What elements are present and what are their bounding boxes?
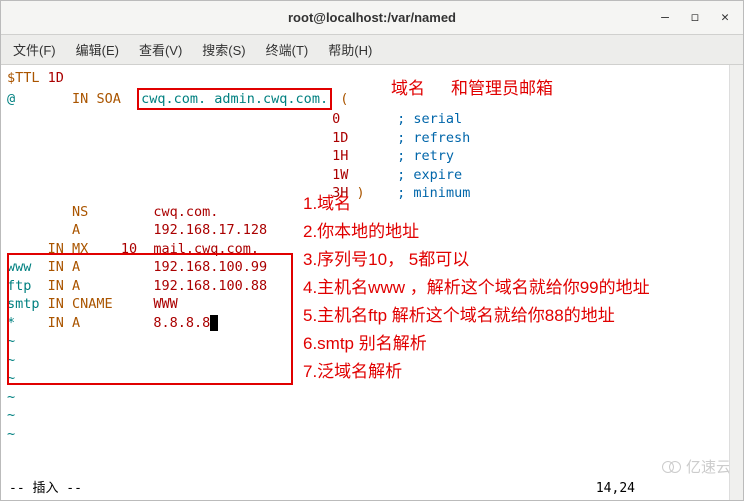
cursor — [210, 315, 218, 331]
zone-line-refresh: 1D ; refresh — [7, 129, 737, 148]
menu-view[interactable]: 查看(V) — [133, 36, 188, 63]
annotation-7: 7.泛域名解析 — [303, 363, 402, 382]
zone-line-minimum: 3H ) ; minimum — [7, 184, 737, 203]
menu-help[interactable]: 帮助(H) — [322, 36, 378, 63]
tilde-line: ~ — [7, 406, 737, 425]
terminal-content[interactable]: $TTL 1D @ IN SOA cwq.com. admin.cwq.com.… — [1, 65, 743, 500]
zone-line-ttl: $TTL 1D — [7, 69, 737, 88]
watermark-icon — [662, 460, 682, 474]
zone-line-retry: 1H ; retry — [7, 147, 737, 166]
zone-line-soa: @ IN SOA cwq.com. admin.cwq.com. ( — [7, 88, 737, 111]
annotation-3: 3.序列号10， 5都可以 — [303, 251, 469, 270]
menu-file[interactable]: 文件(F) — [7, 36, 62, 63]
zone-record-row: NS cwq.com. — [7, 203, 737, 222]
annotation-admin: 和管理员邮箱 — [451, 80, 553, 99]
close-button[interactable]: ✕ — [711, 5, 739, 31]
watermark-text: 亿速云 — [686, 458, 731, 477]
menu-terminal[interactable]: 终端(T) — [260, 36, 315, 63]
watermark: 亿速云 — [662, 458, 731, 477]
annotation-1: 1.域名 — [303, 195, 351, 214]
menu-edit[interactable]: 编辑(E) — [70, 36, 125, 63]
vim-mode: -- 插入 -- — [9, 480, 82, 500]
window-title: root@localhost:/var/named — [288, 10, 456, 25]
soa-highlight-box: cwq.com. admin.cwq.com. — [137, 88, 332, 111]
zone-line-expire: 1W ; expire — [7, 166, 737, 185]
menu-search[interactable]: 搜索(S) — [196, 36, 251, 63]
tilde-line: ~ — [7, 388, 737, 407]
vim-position: 14,24 — [596, 480, 635, 500]
annotation-4: 4.主机名www ，解析这个域名就给你99的地址 — [303, 279, 650, 298]
annotation-2: 2.你本地的地址 — [303, 223, 419, 242]
menubar: 文件(F) 编辑(E) 查看(V) 搜索(S) 终端(T) 帮助(H) — [1, 35, 743, 65]
minimize-button[interactable]: — — [651, 5, 679, 31]
scrollbar[interactable] — [729, 65, 743, 500]
zone-line-serial: 0 ; serial — [7, 110, 737, 129]
vim-statusbar: -- 插入 -- 14,24 — [1, 480, 743, 500]
annotation-6: 6.smtp 别名解析 — [303, 335, 427, 354]
annotation-5: 5.主机名ftp 解析这个域名就给你88的地址 — [303, 307, 615, 326]
maximize-button[interactable]: ◻ — [681, 5, 709, 31]
tilde-line: ~ — [7, 425, 737, 444]
annotation-domain: 域名 — [391, 80, 425, 99]
window-controls: — ◻ ✕ — [651, 1, 739, 34]
titlebar: root@localhost:/var/named — ◻ ✕ — [1, 1, 743, 35]
